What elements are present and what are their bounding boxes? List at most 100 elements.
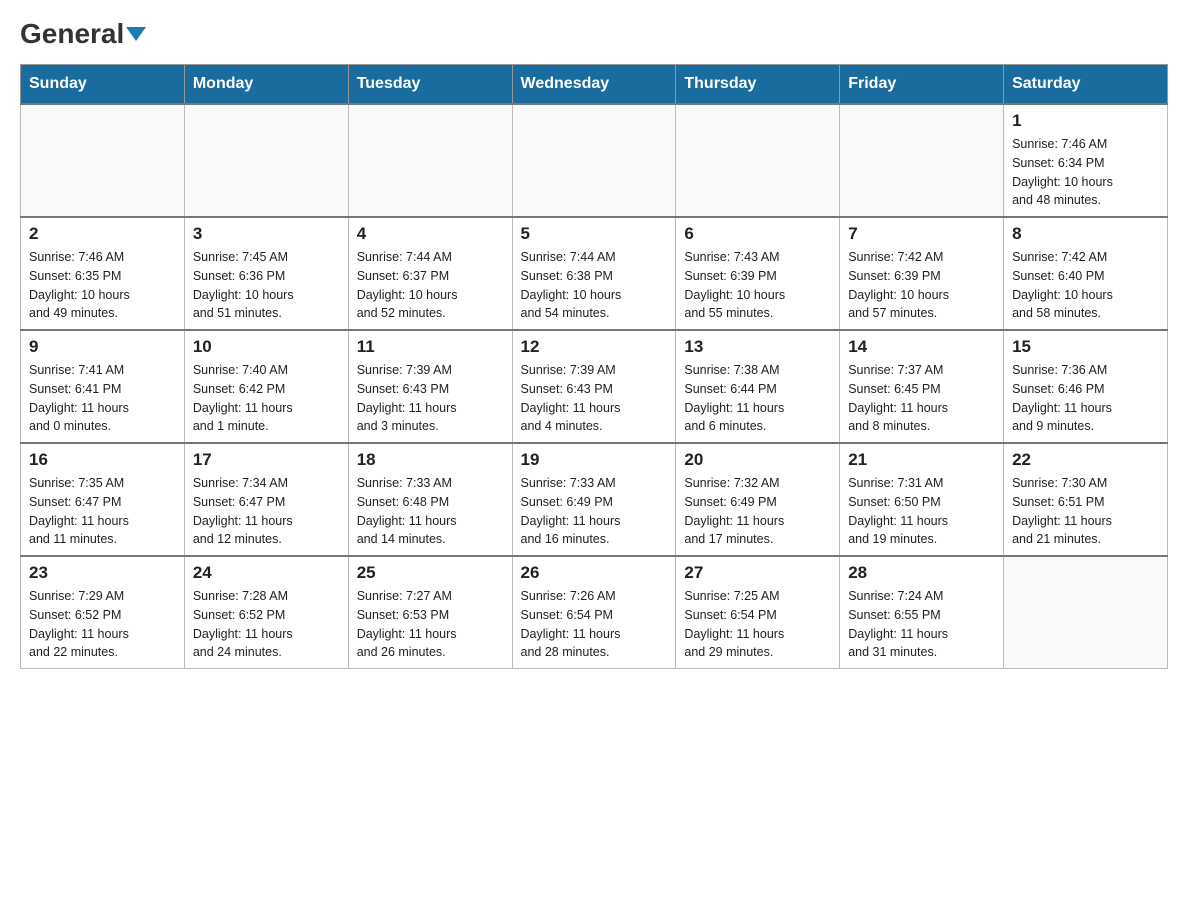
week-row-2: 2Sunrise: 7:46 AM Sunset: 6:35 PM Daylig… — [21, 217, 1168, 330]
calendar-cell: 26 Sunrise: 7:26 AM Sunset: 6:54 PM Dayli… — [512, 556, 676, 669]
calendar-cell: 16 Sunrise: 7:35 AM Sunset: 6:47 PM Dayli… — [21, 443, 185, 556]
day-number: 14 — [848, 337, 995, 357]
day-number: 11 — [357, 337, 504, 357]
day-number: 19 — [521, 450, 668, 470]
calendar-cell: 9 Sunrise: 7:41 AM Sunset: 6:41 PM Daylig… — [21, 330, 185, 443]
day-number: 6 — [684, 224, 831, 244]
day-number: 18 — [357, 450, 504, 470]
day-number: 4 — [357, 224, 504, 244]
day-number: 1 — [1012, 111, 1159, 131]
day-info: Sunrise: 7:36 AM Sunset: 6:46 PM Dayligh… — [1012, 361, 1159, 436]
day-info: Sunrise: 7:29 AM Sunset: 6:52 PM Dayligh… — [29, 587, 176, 662]
calendar-cell: 5 Sunrise: 7:44 AM Sunset: 6:38 PM Daylig… — [512, 217, 676, 330]
calendar-cell: 1 Sunrise: 7:46 AM Sunset: 6:34 PM Daylig… — [1004, 104, 1168, 217]
day-number: 13 — [684, 337, 831, 357]
day-info: Sunrise: 7:25 AM Sunset: 6:54 PM Dayligh… — [684, 587, 831, 662]
day-info: Sunrise: 7:28 AM Sunset: 6:52 PM Dayligh… — [193, 587, 340, 662]
calendar-cell — [512, 104, 676, 217]
day-info: Sunrise: 7:31 AM Sunset: 6:50 PM Dayligh… — [848, 474, 995, 549]
day-number: 26 — [521, 563, 668, 583]
calendar-cell: 23 Sunrise: 7:29 AM Sunset: 6:52 PM Dayli… — [21, 556, 185, 669]
calendar-cell — [840, 104, 1004, 217]
day-number: 16 — [29, 450, 176, 470]
calendar-cell: 24 Sunrise: 7:28 AM Sunset: 6:52 PM Dayli… — [184, 556, 348, 669]
calendar-cell: 4 Sunrise: 7:44 AM Sunset: 6:37 PM Daylig… — [348, 217, 512, 330]
column-header-thursday: Thursday — [676, 65, 840, 105]
calendar-cell: 27 Sunrise: 7:25 AM Sunset: 6:54 PM Dayli… — [676, 556, 840, 669]
calendar-cell: 17 Sunrise: 7:34 AM Sunset: 6:47 PM Dayli… — [184, 443, 348, 556]
day-info: Sunrise: 7:33 AM Sunset: 6:48 PM Dayligh… — [357, 474, 504, 549]
calendar-cell: 18 Sunrise: 7:33 AM Sunset: 6:48 PM Dayli… — [348, 443, 512, 556]
day-number: 20 — [684, 450, 831, 470]
day-info: Sunrise: 7:46 AM Sunset: 6:35 PM Dayligh… — [29, 248, 176, 323]
day-number: 22 — [1012, 450, 1159, 470]
day-number: 25 — [357, 563, 504, 583]
week-row-4: 16 Sunrise: 7:35 AM Sunset: 6:47 PM Dayli… — [21, 443, 1168, 556]
day-number: 9 — [29, 337, 176, 357]
day-info: Sunrise: 7:39 AM Sunset: 6:43 PM Dayligh… — [521, 361, 668, 436]
logo-arrow-icon — [126, 27, 146, 41]
day-info: Sunrise: 7:35 AM Sunset: 6:47 PM Dayligh… — [29, 474, 176, 549]
calendar-cell: 14 Sunrise: 7:37 AM Sunset: 6:45 PM Dayli… — [840, 330, 1004, 443]
week-row-5: 23 Sunrise: 7:29 AM Sunset: 6:52 PM Dayli… — [21, 556, 1168, 669]
day-number: 23 — [29, 563, 176, 583]
day-number: 8 — [1012, 224, 1159, 244]
day-number: 21 — [848, 450, 995, 470]
day-number: 24 — [193, 563, 340, 583]
calendar-cell: 28 Sunrise: 7:24 AM Sunset: 6:55 PM Dayli… — [840, 556, 1004, 669]
column-header-monday: Monday — [184, 65, 348, 105]
day-info: Sunrise: 7:46 AM Sunset: 6:34 PM Dayligh… — [1012, 135, 1159, 210]
calendar-cell: 13 Sunrise: 7:38 AM Sunset: 6:44 PM Dayli… — [676, 330, 840, 443]
day-number: 7 — [848, 224, 995, 244]
day-info: Sunrise: 7:44 AM Sunset: 6:37 PM Dayligh… — [357, 248, 504, 323]
calendar-cell — [348, 104, 512, 217]
calendar-cell: 6Sunrise: 7:43 AM Sunset: 6:39 PM Daylig… — [676, 217, 840, 330]
calendar-cell: 11 Sunrise: 7:39 AM Sunset: 6:43 PM Dayli… — [348, 330, 512, 443]
day-info: Sunrise: 7:45 AM Sunset: 6:36 PM Dayligh… — [193, 248, 340, 323]
calendar-table: SundayMondayTuesdayWednesdayThursdayFrid… — [20, 64, 1168, 669]
calendar-cell: 20 Sunrise: 7:32 AM Sunset: 6:49 PM Dayli… — [676, 443, 840, 556]
calendar-header-row: SundayMondayTuesdayWednesdayThursdayFrid… — [21, 65, 1168, 105]
calendar-cell: 22 Sunrise: 7:30 AM Sunset: 6:51 PM Dayli… — [1004, 443, 1168, 556]
day-info: Sunrise: 7:41 AM Sunset: 6:41 PM Dayligh… — [29, 361, 176, 436]
calendar-cell: 2Sunrise: 7:46 AM Sunset: 6:35 PM Daylig… — [21, 217, 185, 330]
column-header-friday: Friday — [840, 65, 1004, 105]
logo: General — [20, 20, 146, 48]
day-info: Sunrise: 7:40 AM Sunset: 6:42 PM Dayligh… — [193, 361, 340, 436]
day-info: Sunrise: 7:32 AM Sunset: 6:49 PM Dayligh… — [684, 474, 831, 549]
day-info: Sunrise: 7:44 AM Sunset: 6:38 PM Dayligh… — [521, 248, 668, 323]
day-number: 12 — [521, 337, 668, 357]
calendar-cell: 3 Sunrise: 7:45 AM Sunset: 6:36 PM Daylig… — [184, 217, 348, 330]
column-header-sunday: Sunday — [21, 65, 185, 105]
column-header-saturday: Saturday — [1004, 65, 1168, 105]
day-info: Sunrise: 7:26 AM Sunset: 6:54 PM Dayligh… — [521, 587, 668, 662]
calendar-cell: 10Sunrise: 7:40 AM Sunset: 6:42 PM Dayli… — [184, 330, 348, 443]
calendar-cell: 12 Sunrise: 7:39 AM Sunset: 6:43 PM Dayli… — [512, 330, 676, 443]
day-info: Sunrise: 7:42 AM Sunset: 6:40 PM Dayligh… — [1012, 248, 1159, 323]
calendar-cell: 7 Sunrise: 7:42 AM Sunset: 6:39 PM Daylig… — [840, 217, 1004, 330]
day-info: Sunrise: 7:33 AM Sunset: 6:49 PM Dayligh… — [521, 474, 668, 549]
day-number: 15 — [1012, 337, 1159, 357]
calendar-cell — [184, 104, 348, 217]
day-info: Sunrise: 7:34 AM Sunset: 6:47 PM Dayligh… — [193, 474, 340, 549]
calendar-cell: 8 Sunrise: 7:42 AM Sunset: 6:40 PM Daylig… — [1004, 217, 1168, 330]
day-number: 27 — [684, 563, 831, 583]
calendar-cell — [676, 104, 840, 217]
column-header-tuesday: Tuesday — [348, 65, 512, 105]
day-number: 17 — [193, 450, 340, 470]
column-header-wednesday: Wednesday — [512, 65, 676, 105]
logo-general: General — [20, 20, 146, 48]
day-info: Sunrise: 7:24 AM Sunset: 6:55 PM Dayligh… — [848, 587, 995, 662]
week-row-3: 9 Sunrise: 7:41 AM Sunset: 6:41 PM Daylig… — [21, 330, 1168, 443]
day-number: 28 — [848, 563, 995, 583]
day-info: Sunrise: 7:37 AM Sunset: 6:45 PM Dayligh… — [848, 361, 995, 436]
calendar-cell — [1004, 556, 1168, 669]
day-number: 5 — [521, 224, 668, 244]
day-info: Sunrise: 7:30 AM Sunset: 6:51 PM Dayligh… — [1012, 474, 1159, 549]
day-number: 3 — [193, 224, 340, 244]
day-info: Sunrise: 7:39 AM Sunset: 6:43 PM Dayligh… — [357, 361, 504, 436]
calendar-cell: 19 Sunrise: 7:33 AM Sunset: 6:49 PM Dayli… — [512, 443, 676, 556]
day-info: Sunrise: 7:38 AM Sunset: 6:44 PM Dayligh… — [684, 361, 831, 436]
week-row-1: 1 Sunrise: 7:46 AM Sunset: 6:34 PM Daylig… — [21, 104, 1168, 217]
day-info: Sunrise: 7:42 AM Sunset: 6:39 PM Dayligh… — [848, 248, 995, 323]
